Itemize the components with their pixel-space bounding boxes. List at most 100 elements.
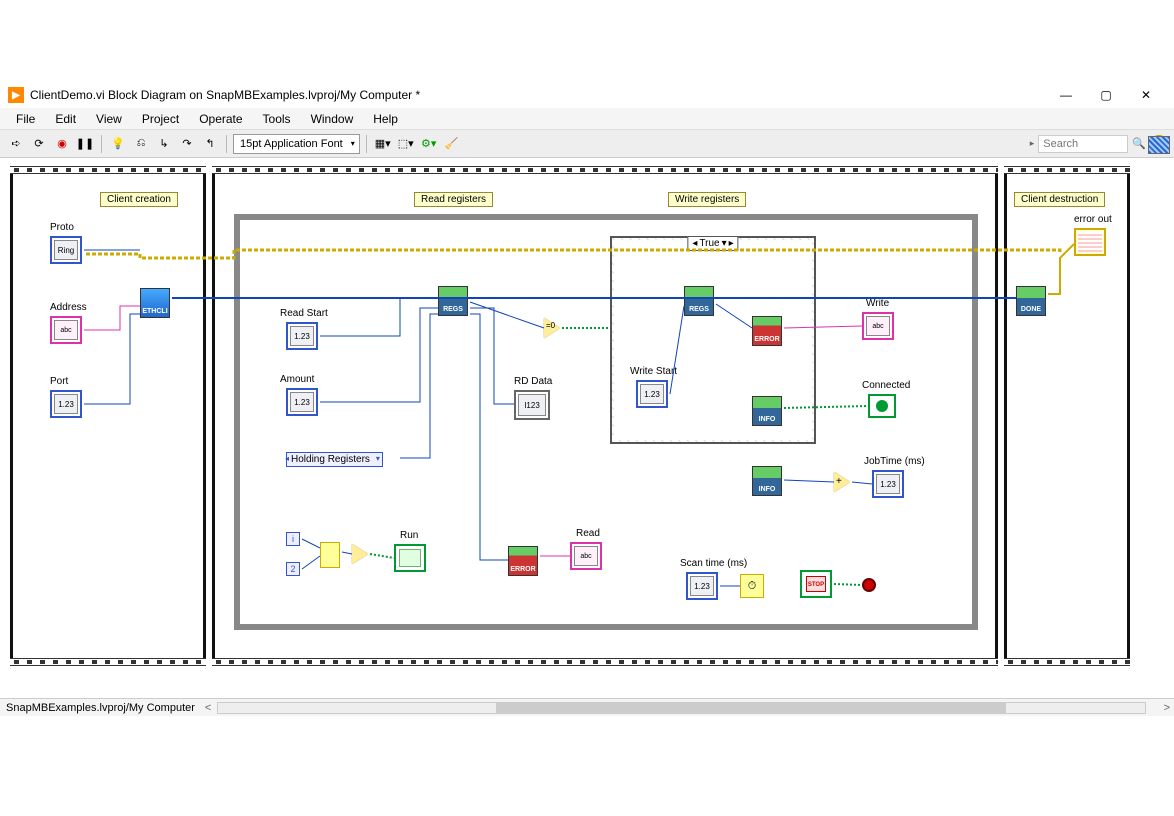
case-dropdown-icon[interactable]: ▾ [722,238,727,249]
quotient-remainder[interactable] [320,542,340,568]
control-port[interactable]: 1.23 [50,390,82,418]
highlight-button[interactable]: 💡 [108,134,128,154]
menu-tools[interactable]: Tools [253,110,301,128]
control-read-start[interactable]: 1.23 [286,322,318,350]
film-strip [212,166,998,174]
step-over-button[interactable]: ↷ [177,134,197,154]
case-selector[interactable]: ◂True▾▸ [687,236,738,251]
loop-stop-terminal[interactable] [862,578,876,592]
label-amount: Amount [280,374,314,385]
wait-timer[interactable]: ⏱ [740,574,764,598]
case-inner [614,240,812,440]
case-prev-icon[interactable]: ◂ [692,238,697,249]
subvi-ethcli[interactable]: ETHCLI [140,288,170,318]
label-rd-data: RD Data [514,376,552,387]
menu-view[interactable]: View [86,110,132,128]
menu-file[interactable]: File [6,110,45,128]
subvi-ethcli-label: ETHCLI [141,308,169,315]
label-proto: Proto [50,222,74,233]
num-text: 1.23 [290,392,314,412]
control-stop[interactable]: STOP [800,570,832,598]
subvi-done[interactable]: DONE [1016,286,1046,316]
search-input[interactable] [1038,135,1128,153]
label-read-registers: Read registers [414,192,493,207]
subvi-info-jobtime[interactable]: INFO [752,466,782,496]
retain-wire-button[interactable]: ⎌ [131,134,151,154]
statusbar: SnapMBExamples.lvproj/My Computer < > [0,698,1174,716]
subvi-info-label: INFO [753,416,781,423]
menubar: File Edit View Project Operate Tools Win… [0,108,1174,130]
menu-edit[interactable]: Edit [45,110,86,128]
abort-button[interactable]: ◉ [52,134,72,154]
distribute-button[interactable]: ⬚▾ [396,134,416,154]
status-fwd-icon[interactable]: > [1160,702,1174,714]
seq-frame-client-creation[interactable] [10,166,206,666]
app-window: ▶ ClientDemo.vi Block Diagram on SnapMBE… [0,82,1174,722]
horizontal-scrollbar[interactable] [217,702,1145,714]
pause-button[interactable]: ❚❚ [75,134,95,154]
subvi-error-label2: ERROR [753,336,781,343]
film-strip [1004,166,1130,174]
while-loop[interactable] [234,214,978,630]
app-icon: ▶ [8,87,24,103]
num-text: 1.23 [290,326,314,346]
indicator-jobtime[interactable]: 1.23 [872,470,904,498]
close-button[interactable]: ✕ [1126,82,1166,108]
menu-operate[interactable]: Operate [189,110,252,128]
menu-window[interactable]: Window [301,110,364,128]
indicator-write[interactable]: abc [862,312,894,340]
align-button[interactable]: ▦▾ [373,134,393,154]
subvi-error-label: ERROR [509,566,537,573]
num-text: 1.23 [876,474,900,494]
cleanup-button[interactable]: 🧹 [442,134,462,154]
led-lamp [876,400,888,412]
scrollbar-thumb[interactable] [496,703,1005,713]
label-client-destruction: Client destruction [1014,192,1105,207]
menu-help[interactable]: Help [363,110,408,128]
step-into-button[interactable]: ↳ [154,134,174,154]
indicator-connected[interactable] [868,394,896,418]
subvi-regs-label2: REGS [685,306,713,313]
prim-eq0-b[interactable] [352,544,368,564]
control-holding-registers[interactable]: Holding Registers [286,452,383,467]
run-cont-button[interactable]: ⟳ [29,134,49,154]
font-selector[interactable]: 15pt Application Font [233,134,360,154]
seq-frame-client-destruction[interactable] [1004,166,1130,666]
indicator-rd-data[interactable]: I123 [514,390,550,420]
run-button[interactable]: ➪ [6,134,26,154]
subvi-error-write[interactable]: ERROR [752,316,782,346]
control-address[interactable]: abc [50,316,82,344]
palette-icon[interactable] [1148,136,1170,154]
subvi-error-read[interactable]: ERROR [508,546,538,576]
toolbar-sep [101,135,102,153]
maximize-button[interactable]: ▢ [1086,82,1126,108]
case-structure[interactable]: ◂True▾▸ [610,236,816,444]
search-icon[interactable]: 🔍 [1132,137,1146,150]
const-two[interactable]: 2 [286,562,300,576]
block-diagram-canvas[interactable]: Client creation Proto Ring Address abc P… [0,158,1174,702]
control-proto[interactable]: Ring [50,236,82,264]
search-expand-icon[interactable]: ▸ [1030,138,1035,149]
clock-icon: ⏱ [748,580,757,593]
case-next-icon[interactable]: ▸ [729,238,734,249]
control-amount[interactable]: 1.23 [286,388,318,416]
indicator-read[interactable]: abc [570,542,602,570]
control-scan-time[interactable]: 1.23 [686,572,718,600]
step-out-button[interactable]: ↰ [200,134,220,154]
error-cluster-inner [1078,232,1102,252]
subvi-regs-read[interactable]: REGS [438,286,468,316]
indicator-run[interactable] [394,544,426,572]
const-i[interactable]: i [286,532,300,546]
film-strip [10,658,206,666]
subvi-regs-write[interactable]: REGS [684,286,714,316]
menu-project[interactable]: Project [132,110,189,128]
status-back-icon[interactable]: < [201,702,215,714]
minimize-button[interactable]: — [1046,82,1086,108]
control-write-start[interactable]: 1.23 [636,380,668,408]
reorder-button[interactable]: ⚙▾ [419,134,439,154]
label-jobtime: JobTime (ms) [864,456,925,467]
indicator-error-out[interactable] [1074,228,1106,256]
titlebar: ▶ ClientDemo.vi Block Diagram on SnapMBE… [0,82,1174,108]
toolbar: ➪ ⟳ ◉ ❚❚ 💡 ⎌ ↳ ↷ ↰ 15pt Application Font… [0,130,1174,158]
subvi-info-connected[interactable]: INFO [752,396,782,426]
